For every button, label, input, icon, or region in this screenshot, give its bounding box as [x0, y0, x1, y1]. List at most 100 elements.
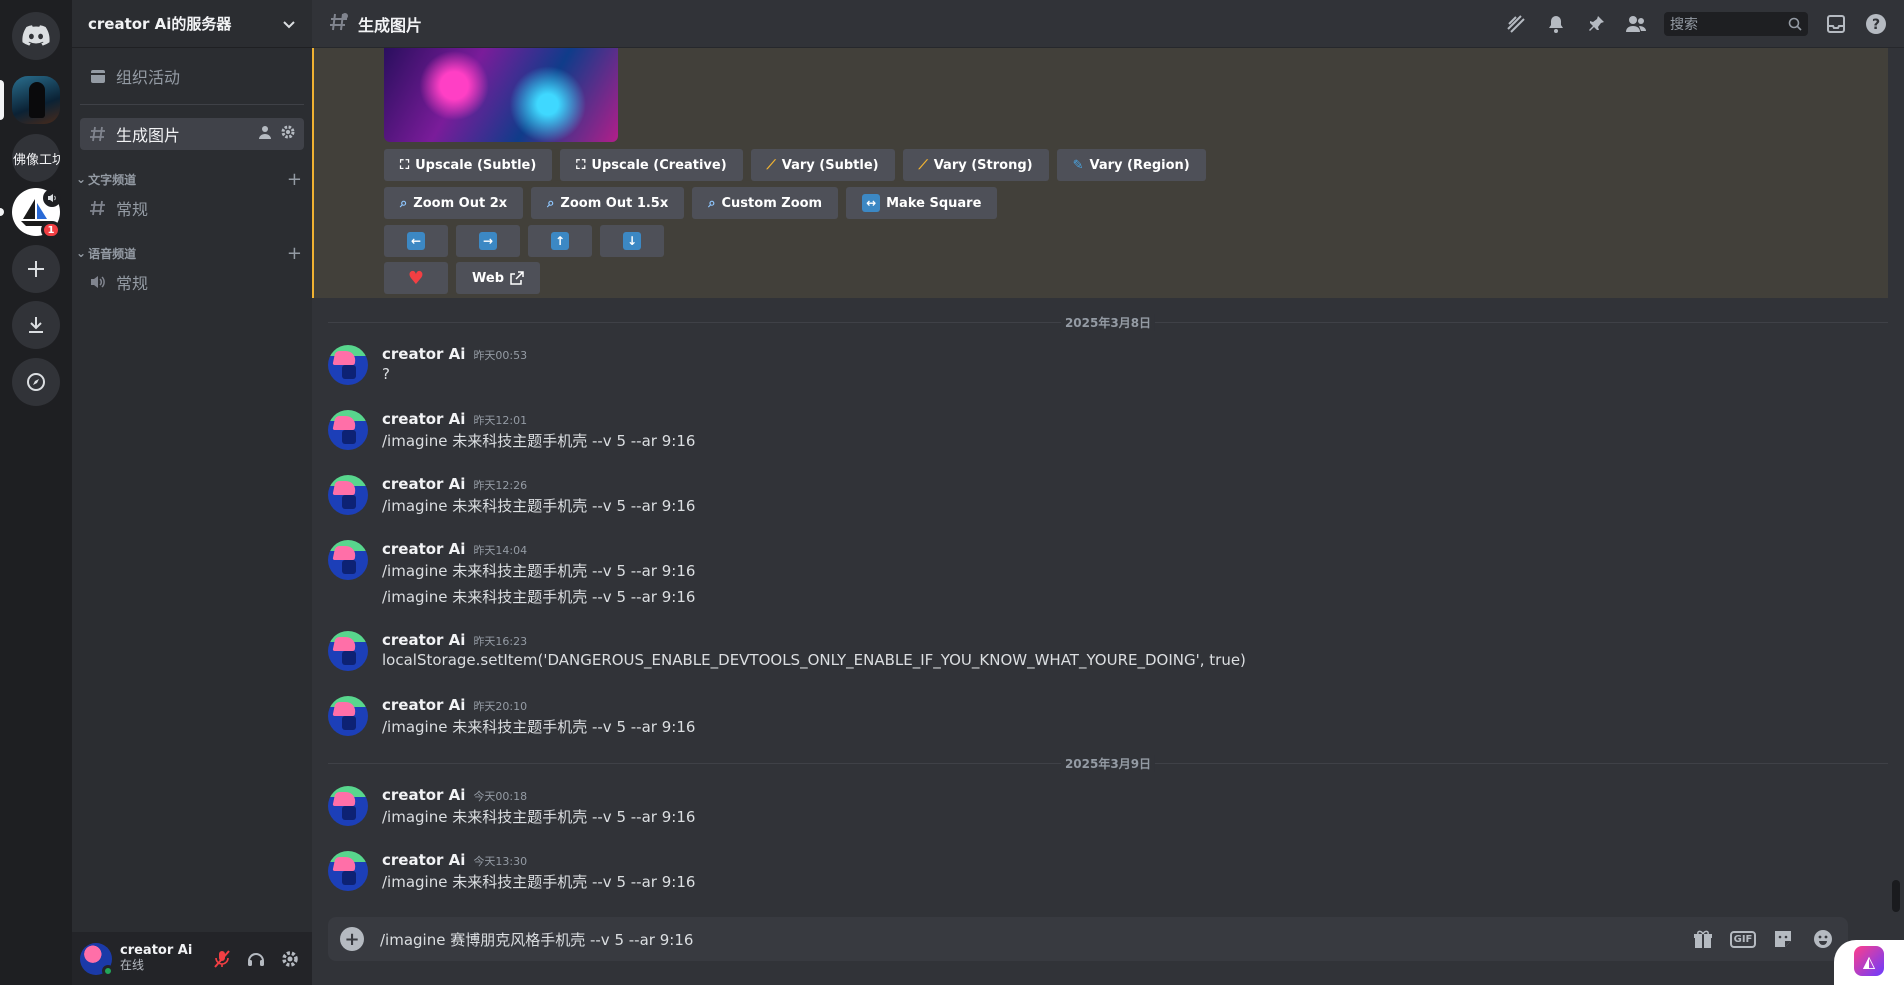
magnifier-icon: ⌕ — [708, 195, 716, 211]
inbox-button[interactable] — [1824, 12, 1848, 36]
message-timestamp: 今天00:18 — [473, 790, 528, 803]
help-button[interactable]: ? — [1864, 12, 1888, 36]
avatar[interactable] — [328, 696, 368, 736]
zoom-out-1-5x-button[interactable]: ⌕ Zoom Out 1.5x — [531, 187, 685, 219]
message-author[interactable]: creator Ai — [382, 345, 465, 363]
channel-voice-general[interactable]: 常规 — [80, 266, 304, 298]
favorite-button[interactable]: ♥ — [384, 262, 448, 294]
message-author[interactable]: creator Ai — [382, 786, 465, 804]
upscale-creative-button[interactable]: ⛶ Upscale (Creative) — [560, 149, 743, 181]
pan-left-button[interactable]: ← — [384, 225, 448, 257]
scrollbar-thumb[interactable] — [1892, 880, 1900, 912]
guild-header[interactable]: creator Ai的服务器 — [72, 0, 312, 48]
pin-icon — [1589, 15, 1604, 31]
button-row-zoom: ⌕ Zoom Out 2x ⌕ Zoom Out 1.5x ⌕ Custom Zoom… — [384, 187, 998, 219]
custom-zoom-button[interactable]: ⌕ Custom Zoom — [692, 187, 839, 219]
add-server-button[interactable] — [12, 245, 60, 293]
avatar[interactable] — [328, 540, 368, 580]
deafen-button[interactable] — [242, 945, 270, 973]
magnifier-icon: ⌕ — [547, 195, 555, 211]
user-names[interactable]: creator Ai 在线 — [120, 943, 193, 973]
expand-icon: ⛶ — [400, 157, 410, 173]
add-member-icon[interactable] — [258, 124, 274, 144]
external-link-icon — [510, 271, 524, 285]
date-divider: 2025年3月9日 — [328, 755, 1888, 772]
make-square-button[interactable]: ↔ Make Square — [846, 187, 998, 219]
text-channel-label: 常规 — [116, 200, 149, 219]
speaker-icon — [88, 272, 108, 292]
search-input[interactable]: 搜索 — [1664, 11, 1808, 36]
avatar[interactable] — [328, 631, 368, 671]
mute-mic-button[interactable] — [208, 945, 236, 973]
message-author[interactable]: creator Ai — [382, 631, 465, 649]
discord-home-button[interactable] — [12, 12, 60, 60]
calendar-icon — [88, 66, 108, 86]
avatar[interactable] — [328, 475, 368, 515]
gift-button[interactable] — [1690, 926, 1716, 952]
server-avatar-portrait[interactable] — [12, 76, 60, 124]
user-name: creator Ai — [120, 943, 193, 959]
server-text-label[interactable]: 佛像工坊 — [12, 134, 60, 182]
web-link-button[interactable]: Web — [456, 262, 540, 294]
member-list-button[interactable] — [1624, 12, 1648, 36]
explore-servers-button[interactable] — [12, 358, 60, 406]
message-input[interactable]: /imagine 赛博朋克风格手机壳 --v 5 --ar 9:16 — [380, 929, 693, 950]
left-right-arrow-icon: ↔ — [862, 194, 881, 212]
generated-image[interactable] — [384, 48, 618, 142]
pan-right-button[interactable]: → — [456, 225, 520, 257]
message-author[interactable]: creator Ai — [382, 696, 465, 714]
add-channel-icon[interactable]: + — [287, 243, 302, 264]
user-settings-button[interactable] — [276, 945, 304, 973]
gif-button[interactable]: GIF — [1729, 926, 1757, 952]
app-logo-icon: ◭ — [1854, 946, 1884, 976]
sticker-button[interactable] — [1770, 926, 1796, 952]
channel-text-general[interactable]: 常规 — [80, 192, 304, 224]
avatar[interactable] — [328, 786, 368, 826]
zoom-out-2x-button[interactable]: ⌕ Zoom Out 2x — [384, 187, 524, 219]
selected-server-pill — [0, 80, 4, 120]
magic-wand-icon: ⟋ — [766, 157, 776, 173]
message-author[interactable]: creator Ai — [382, 851, 465, 869]
message-content: /imagine 未来科技主题手机壳 --v 5 --ar 9:16 — [382, 873, 696, 891]
message-content: /imagine 未来科技主题手机壳 --v 5 --ar 9:16 — [382, 562, 696, 580]
main-chat: 生成图片 搜索 ? ⛶ Upscale (Subtle) ⛶ Upscale (Cr… — [312, 0, 1904, 985]
vary-region-label: Vary (Region) — [1089, 157, 1190, 173]
gear-icon[interactable] — [280, 124, 296, 144]
add-channel-icon[interactable]: + — [287, 169, 302, 190]
message-author[interactable]: creator Ai — [382, 475, 465, 493]
avatar[interactable] — [80, 942, 114, 977]
pan-down-button[interactable]: ↓ — [600, 225, 664, 257]
discord-logo-icon — [22, 25, 50, 46]
online-status-icon — [102, 964, 114, 977]
mention-badge: 1 — [41, 221, 61, 239]
message-composer[interactable]: + /imagine 赛博朋克风格手机壳 --v 5 --ar 9:16 GIF — [328, 917, 1848, 961]
date-divider-label: 2025年3月9日 — [1060, 755, 1156, 772]
vary-subtle-button[interactable]: ⟋ Vary (Subtle) — [750, 149, 895, 181]
avatar[interactable] — [328, 410, 368, 450]
upscale-subtle-button[interactable]: ⛶ Upscale (Subtle) — [384, 149, 553, 181]
inbox-icon — [1827, 14, 1845, 33]
chevron-down-icon: ⌄ — [76, 246, 87, 260]
magnifier-icon: ⌕ — [400, 195, 408, 211]
vary-region-button[interactable]: ✎ Vary (Region) — [1056, 149, 1206, 181]
download-icon — [29, 317, 43, 333]
message-author[interactable]: creator Ai — [382, 410, 465, 428]
add-attachment-button[interactable]: + — [340, 927, 364, 951]
expand-icon: ⛶ — [576, 157, 586, 173]
download-apps-button[interactable] — [12, 301, 60, 349]
emoji-button[interactable] — [1810, 926, 1836, 952]
pinned-button[interactable] — [1584, 12, 1608, 36]
category-text[interactable]: ⌄ 文字频道 + — [76, 169, 308, 190]
notifications-button[interactable] — [1544, 12, 1568, 36]
channel-active[interactable]: 生成图片 — [80, 118, 304, 150]
avatar[interactable] — [328, 345, 368, 385]
threads-button[interactable] — [1504, 12, 1528, 36]
pan-up-button[interactable]: ↑ — [528, 225, 592, 257]
events-item[interactable]: 组织活动 — [80, 60, 304, 92]
message-author[interactable]: creator Ai — [382, 540, 465, 558]
floating-app-widget[interactable]: ◭ — [1834, 940, 1904, 985]
category-voice[interactable]: ⌄ 语音频道 + — [76, 243, 308, 264]
avatar[interactable] — [328, 851, 368, 891]
vary-strong-button[interactable]: ⟋ Vary (Strong) — [902, 149, 1049, 181]
gif-icon: GIF — [1729, 930, 1757, 948]
